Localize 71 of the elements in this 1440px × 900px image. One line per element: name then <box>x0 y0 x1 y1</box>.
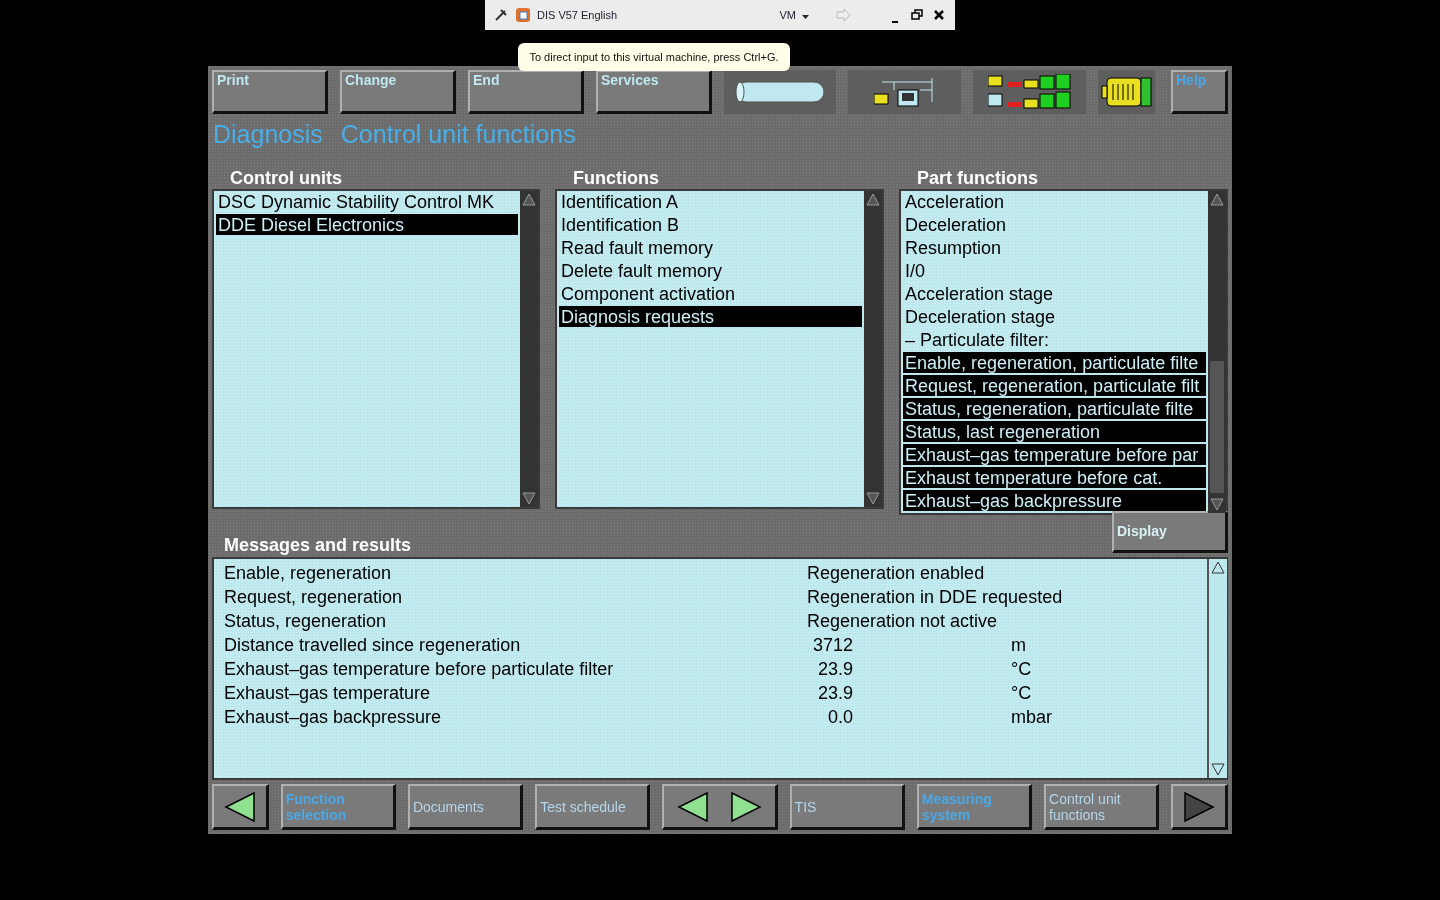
list-item[interactable]: Identification B <box>559 214 862 238</box>
list-item[interactable]: I/0 <box>903 260 1206 284</box>
scroll-up-icon <box>520 191 538 208</box>
result-value: 3712 <box>811 633 853 657</box>
list-item[interactable]: Exhaust temperature before cat. <box>903 467 1206 491</box>
result-value: 23.9 <box>816 681 853 705</box>
vm-menu[interactable]: VM <box>779 9 796 21</box>
list-item[interactable]: Deceleration <box>903 214 1206 238</box>
caret-icon <box>802 15 809 19</box>
forward-arrow-icon <box>835 7 851 23</box>
list-item[interactable]: Exhaust–gas temperature before par <box>903 444 1206 468</box>
list-item[interactable]: Exhaust–gas backpressure <box>903 490 1206 514</box>
result-unit: °C <box>1011 681 1032 705</box>
list-item[interactable]: Diagnosis requests <box>559 306 862 330</box>
scrollbar[interactable] <box>520 191 538 508</box>
minimize-icon <box>892 21 898 23</box>
page-title: Control unit functions <box>340 119 576 150</box>
result-unit: mbar <box>1011 705 1052 729</box>
result-name: Exhaust–gas temperature <box>224 681 432 705</box>
scrollbar[interactable] <box>1207 558 1227 779</box>
left-arrow-icon <box>223 790 256 823</box>
list-item[interactable]: Read fault memory <box>559 237 862 261</box>
back-button[interactable] <box>212 784 269 830</box>
scroll-up-icon <box>864 191 882 208</box>
list-item[interactable]: Component activation <box>559 283 862 307</box>
list-item[interactable]: Resumption <box>903 237 1206 261</box>
list-item[interactable]: Enable, regeneration, particulate filte <box>903 352 1206 376</box>
list-item[interactable]: DDE Diesel Electronics <box>216 214 518 238</box>
left-arrow-icon <box>677 790 710 823</box>
network-icon <box>873 75 936 108</box>
list-item[interactable]: Acceleration stage <box>903 283 1206 307</box>
list-item[interactable]: Delete fault memory <box>559 260 862 284</box>
result-name: Exhaust–gas temperature before particulate filter <box>224 657 615 681</box>
list-item[interactable]: Status, regeneration, particulate filte <box>903 398 1206 422</box>
list-heading: Part functions <box>916 167 1039 190</box>
right-arrow-icon <box>1183 790 1216 823</box>
result-unit: m <box>1011 633 1026 657</box>
signal-bars-icon <box>987 74 1072 110</box>
result-name: Status, regeneration <box>224 609 388 633</box>
result-name: Exhaust–gas backpressure <box>224 705 443 729</box>
section-title: Diagnosis <box>213 119 323 150</box>
list-item[interactable]: Acceleration <box>903 191 1206 215</box>
result-value: Regeneration enabled <box>807 561 986 585</box>
list-item[interactable]: DSC Dynamic Stability Control MK <box>216 191 518 215</box>
result-value: 0.0 <box>826 705 853 729</box>
result-name: Distance travelled since regeneration <box>224 633 522 657</box>
vm-title: DIS V57 English <box>537 9 619 21</box>
result-value: Regeneration in DDE requested <box>807 585 1064 609</box>
list-item[interactable]: – Particulate filter: <box>903 329 1206 353</box>
result-unit: °C <box>1011 657 1032 681</box>
scroll-up-icon <box>1208 191 1226 208</box>
messages-heading: Messages and results <box>223 533 413 557</box>
list-item[interactable]: Status, last regeneration <box>903 421 1206 445</box>
right-arrow-icon <box>729 790 762 823</box>
result-name: Enable, regeneration <box>224 561 393 585</box>
result-value: 23.9 <box>816 657 853 681</box>
pin-icon <box>493 7 509 23</box>
display-button[interactable]: Display <box>1112 510 1228 553</box>
list-item[interactable]: Deceleration stage <box>903 306 1206 330</box>
scrollbar[interactable] <box>864 191 882 508</box>
list-heading: Functions <box>572 167 660 190</box>
scrollbar[interactable] <box>1208 191 1226 514</box>
list-item[interactable]: Identification A <box>559 191 862 215</box>
result-value: Regeneration not active <box>807 609 999 633</box>
restore-icon <box>909 7 925 23</box>
list-heading: Control units <box>229 167 343 190</box>
vm-icon <box>515 7 531 23</box>
result-name: Request, regeneration <box>224 585 404 609</box>
list-item[interactable]: Request, regeneration, particulate filt <box>903 375 1206 399</box>
connector-icon <box>1100 75 1153 108</box>
tooltip: To direct input to this virtual machine, press Ctrl+G. <box>518 43 790 71</box>
